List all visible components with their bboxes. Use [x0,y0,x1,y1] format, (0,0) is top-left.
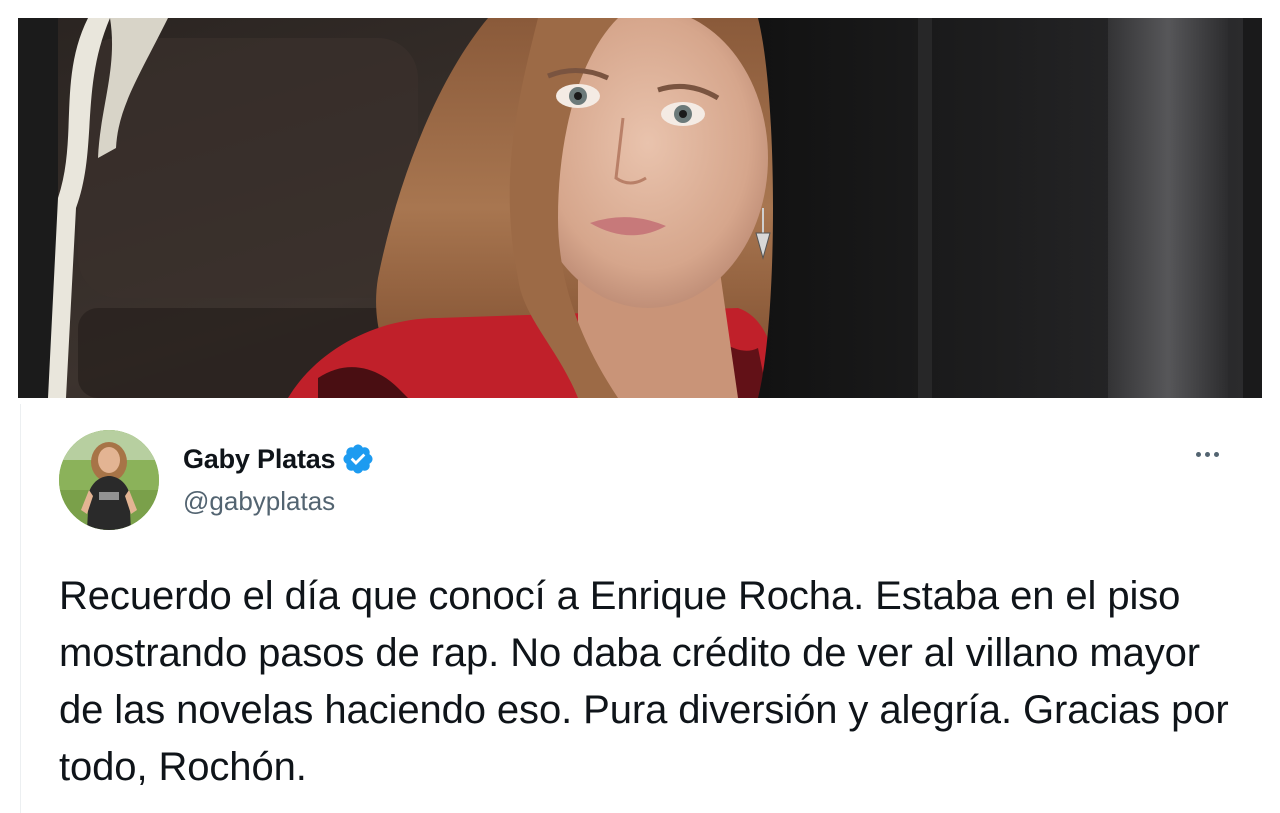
verified-badge-icon [343,444,373,474]
author-handle[interactable]: @gabyplatas [183,486,335,517]
avatar[interactable] [59,430,159,530]
tweet-card: Gaby Platas @gabyplatas Recuerdo el día … [20,404,1263,813]
author-display-name[interactable]: Gaby Platas [183,444,336,475]
more-options-icon [1195,451,1201,457]
tweet-text: Recuerdo el día que conocí a Enrique Roc… [59,574,1229,789]
more-options-icon-dot [1204,451,1210,457]
avatar-image [59,430,159,530]
header-photo [18,18,1262,398]
more-options-button[interactable] [1187,440,1227,468]
author-name-row: Gaby Platas [183,442,375,476]
woman-in-car-photo [18,18,1262,398]
more-options-icon-dot [1213,451,1219,457]
